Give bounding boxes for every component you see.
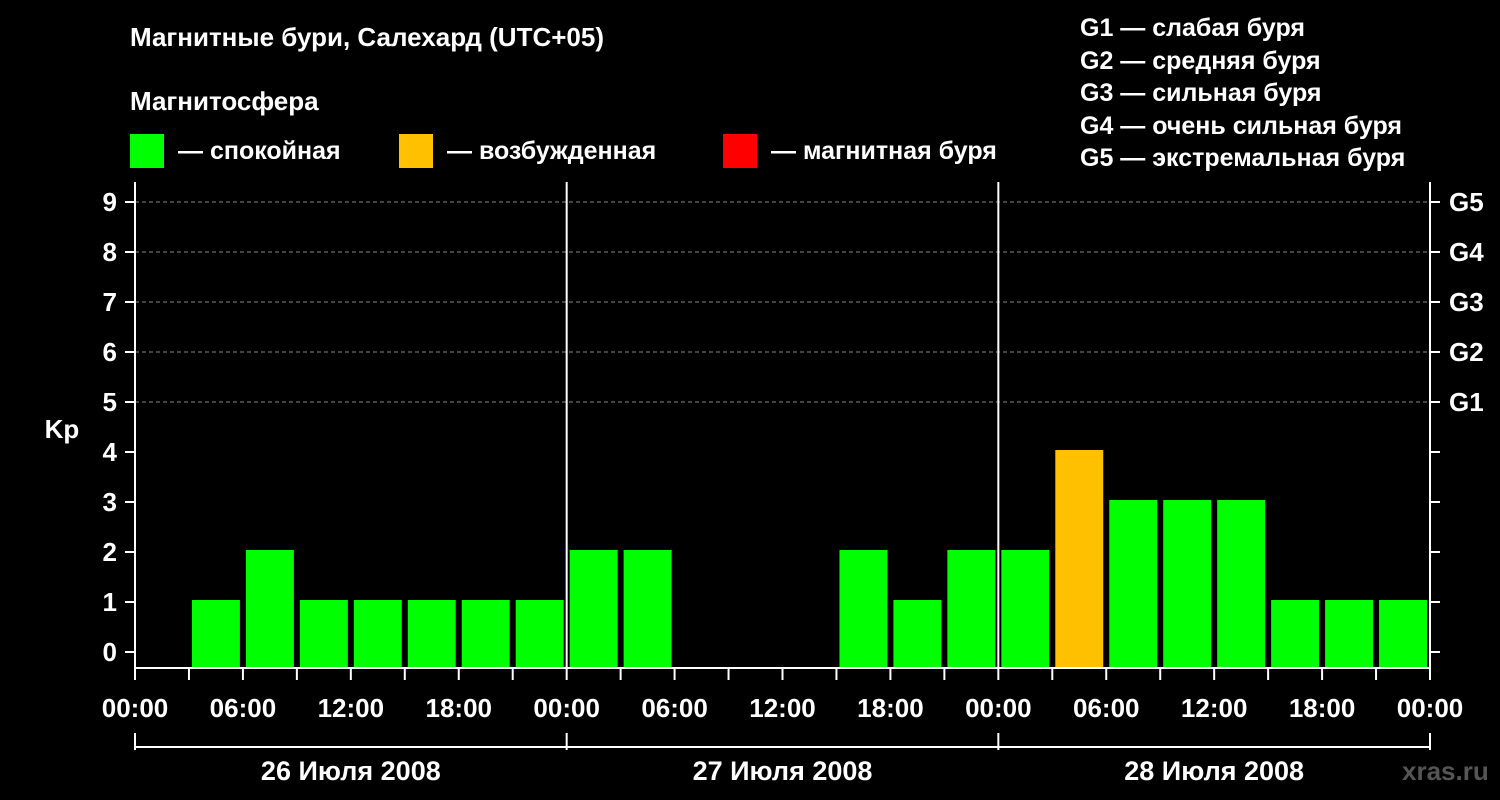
y-tick-label-5: 5 bbox=[103, 387, 117, 417]
x-tick-label-1: 06:00 bbox=[210, 693, 277, 723]
bar-21 bbox=[1271, 600, 1320, 668]
x-tick-label-4: 00:00 bbox=[533, 693, 600, 723]
bar-13 bbox=[839, 550, 888, 668]
x-tick-label-9: 06:00 bbox=[1073, 693, 1140, 723]
y-tick-label-8: 8 bbox=[103, 237, 117, 267]
x-tick-label-12: 00:00 bbox=[1397, 693, 1464, 723]
kp-bar-chart: 0 1 2 3 4 5 6 7 8 9 G1 G2 G3 G4 G5 Kp 00:00 06:00 12:00 18:… bbox=[45, 182, 1484, 786]
y-tick-label-4: 4 bbox=[103, 437, 118, 467]
bar-22 bbox=[1325, 600, 1374, 668]
bar-7 bbox=[515, 600, 564, 668]
x-tick-label-3: 18:00 bbox=[426, 693, 493, 723]
bar-14 bbox=[893, 600, 942, 668]
bar-16 bbox=[1001, 550, 1050, 668]
bar-5 bbox=[407, 600, 456, 668]
x-tick-label-6: 12:00 bbox=[749, 693, 816, 723]
bar-2 bbox=[245, 550, 294, 668]
y-tick-label-6: 6 bbox=[103, 337, 117, 367]
bar-17 bbox=[1055, 450, 1104, 668]
y-axis-label: Kp bbox=[45, 414, 80, 444]
right-tick-label-G4: G4 bbox=[1449, 237, 1484, 267]
bar-8 bbox=[569, 550, 618, 668]
right-tick-label-G2: G2 bbox=[1449, 337, 1484, 367]
bar-20 bbox=[1217, 500, 1266, 668]
bar-18 bbox=[1109, 500, 1158, 668]
x-tick-label-5: 06:00 bbox=[641, 693, 708, 723]
bar-19 bbox=[1163, 500, 1212, 668]
x-tick-label-8: 00:00 bbox=[965, 693, 1032, 723]
bar-23 bbox=[1379, 600, 1427, 668]
bar-4 bbox=[353, 600, 402, 668]
x-tick-label-7: 18:00 bbox=[857, 693, 924, 723]
bar-9 bbox=[623, 550, 672, 668]
x-tick-label-11: 18:00 bbox=[1289, 693, 1356, 723]
watermark: xras.ru bbox=[1402, 756, 1489, 786]
right-tick-label-G1: G1 bbox=[1449, 387, 1484, 417]
day-label-1: 27 Июля 2008 bbox=[693, 756, 873, 786]
x-tick-label-0: 00:00 bbox=[102, 693, 169, 723]
bar-1 bbox=[191, 600, 240, 668]
y-tick-label-1: 1 bbox=[103, 587, 117, 617]
right-tick-label-G5: G5 bbox=[1449, 187, 1484, 217]
bar-15 bbox=[947, 550, 996, 668]
y-tick-label-7: 7 bbox=[103, 287, 117, 317]
day-label-0: 26 Июля 2008 bbox=[261, 756, 441, 786]
bar-3 bbox=[299, 600, 348, 668]
y-tick-label-0: 0 bbox=[103, 637, 117, 667]
right-tick-label-G3: G3 bbox=[1449, 287, 1484, 317]
day-label-2: 28 Июля 2008 bbox=[1124, 756, 1304, 786]
x-tick-label-10: 12:00 bbox=[1181, 693, 1248, 723]
bar-6 bbox=[461, 600, 510, 668]
y-tick-label-3: 3 bbox=[103, 487, 117, 517]
y-tick-label-9: 9 bbox=[103, 187, 117, 217]
x-tick-label-2: 12:00 bbox=[318, 693, 385, 723]
y-tick-label-2: 2 bbox=[103, 537, 117, 567]
